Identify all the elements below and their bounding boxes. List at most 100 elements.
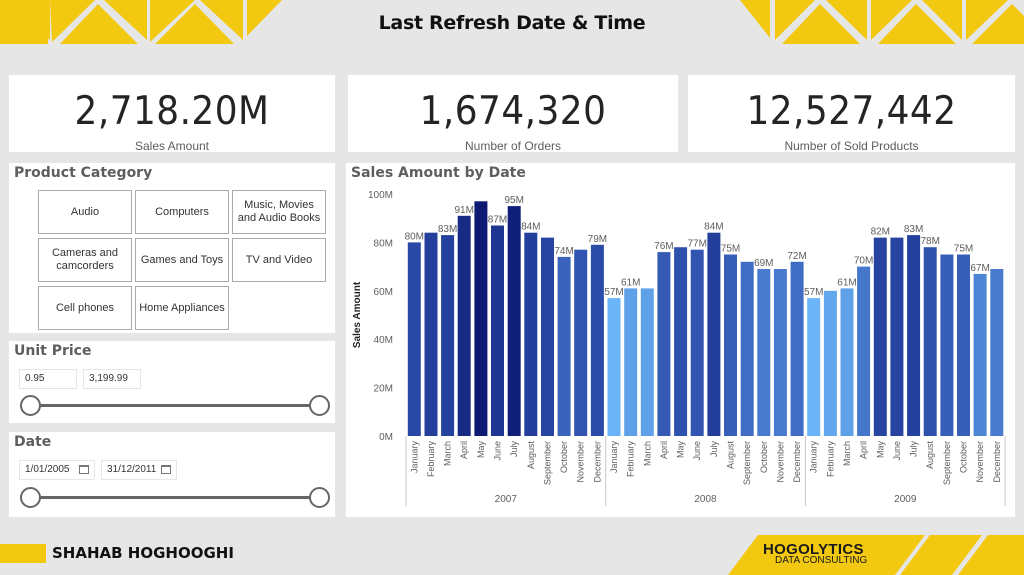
x-tick-label: February	[426, 441, 436, 478]
x-tick-label: March	[642, 441, 652, 466]
data-label: 82M	[871, 227, 890, 238]
x-tick-label: May	[676, 441, 686, 459]
x-tick-label: October	[959, 441, 969, 473]
calendar-icon[interactable]	[79, 465, 89, 474]
bar-2009-august[interactable]	[923, 247, 937, 436]
bar-2008-july[interactable]	[707, 232, 721, 436]
bar-2007-december[interactable]	[590, 244, 604, 436]
date-slider-min-handle[interactable]	[20, 487, 41, 508]
data-label: 72M	[787, 251, 806, 262]
x-tick-label: March	[443, 441, 453, 466]
bar-2008-march[interactable]	[640, 288, 654, 436]
x-group-label: 2008	[694, 494, 717, 505]
x-tick-label: December	[992, 441, 1002, 483]
x-tick-label: December	[792, 441, 802, 483]
x-tick-label: August	[726, 441, 736, 470]
x-tick-label: July	[709, 441, 719, 458]
data-label: 84M	[704, 222, 723, 233]
bar-2009-april[interactable]	[857, 266, 871, 436]
category-button[interactable]: Cell phones	[38, 286, 132, 330]
bar-2009-december[interactable]	[990, 269, 1004, 436]
x-tick-label: March	[842, 441, 852, 466]
bar-2008-april[interactable]	[657, 252, 671, 436]
x-tick-label: September	[543, 441, 553, 485]
bar-2007-may[interactable]	[474, 201, 488, 436]
bar-2008-november[interactable]	[773, 269, 787, 436]
bar-2007-march[interactable]	[441, 235, 455, 436]
bar-2008-october[interactable]	[757, 269, 771, 436]
data-label: 79M	[588, 234, 607, 245]
bar-2009-february[interactable]	[823, 290, 837, 436]
data-label: 75M	[954, 244, 973, 255]
data-label: 61M	[621, 277, 640, 288]
data-label: 95M	[504, 195, 523, 206]
bar-2007-november[interactable]	[574, 249, 588, 436]
bar-2009-january[interactable]	[807, 298, 821, 436]
date-slider-track[interactable]	[31, 496, 321, 499]
bar-2007-april[interactable]	[457, 215, 471, 436]
unit-price-max-input[interactable]: 3,199.99	[83, 369, 141, 389]
x-tick-label: June	[692, 441, 702, 461]
x-tick-label: January	[609, 441, 619, 474]
date-slicer: Date 1/01/2005 31/12/2011	[9, 432, 335, 517]
bar-2008-january[interactable]	[607, 298, 621, 436]
date-slider-max-handle[interactable]	[309, 487, 330, 508]
kpi-card-number-of-orders: 1,674,320 Number of Orders	[348, 75, 678, 153]
x-tick-label: April	[459, 441, 469, 459]
x-tick-label: November	[775, 441, 785, 483]
unit-price-min-input[interactable]: 0.95	[19, 369, 77, 389]
bar-2007-october[interactable]	[557, 256, 571, 436]
data-label: 91M	[454, 205, 473, 216]
calendar-icon[interactable]	[161, 465, 171, 474]
category-button[interactable]: Music, Movies and Audio Books	[232, 190, 326, 234]
bar-2009-march[interactable]	[840, 288, 854, 436]
unit-price-slider-track[interactable]	[31, 404, 321, 407]
bar-2008-may[interactable]	[674, 247, 688, 436]
y-tick-label: 60M	[374, 287, 393, 298]
bar-2008-february[interactable]	[624, 288, 638, 436]
x-group-label: 2009	[894, 494, 917, 505]
logo-tagline: DATA CONSULTING	[775, 555, 868, 566]
x-tick-label: February	[825, 441, 835, 478]
bar-2007-august[interactable]	[524, 232, 538, 436]
data-label: 78M	[920, 236, 939, 247]
category-button[interactable]: Computers	[135, 190, 229, 234]
bar-2007-february[interactable]	[424, 232, 438, 436]
product-category-slicer: Product Category Audio Computers Music, Mo…	[9, 163, 335, 333]
x-tick-label: January	[809, 441, 819, 474]
x-tick-label: August	[526, 441, 536, 470]
product-category-title: Product Category	[14, 165, 153, 181]
data-label: 76M	[654, 241, 673, 252]
date-end-input[interactable]: 31/12/2011	[101, 460, 177, 480]
x-tick-label: October	[559, 441, 569, 473]
unit-price-slider-min-handle[interactable]	[20, 395, 41, 416]
bar-2007-september[interactable]	[541, 237, 554, 436]
data-label: 57M	[604, 287, 623, 298]
category-button[interactable]: Games and Toys	[135, 238, 229, 282]
bar-2008-december[interactable]	[790, 261, 804, 436]
bar-2008-june[interactable]	[690, 249, 704, 436]
category-button[interactable]: Home Appliances	[135, 286, 229, 330]
sales-by-date-chart: Sales Amount by Date Sales Amount 0M 20M 40…	[346, 163, 1015, 517]
bar-2007-july[interactable]	[507, 206, 521, 436]
data-label: 57M	[804, 287, 823, 298]
bar-2008-september[interactable]	[740, 261, 754, 436]
date-start-input[interactable]: 1/01/2005	[19, 460, 95, 480]
data-label: 74M	[554, 246, 573, 257]
category-button[interactable]: Audio	[38, 190, 132, 234]
bar-2009-november[interactable]	[973, 273, 987, 436]
bar-2009-september[interactable]	[940, 254, 954, 437]
bar-2009-july[interactable]	[907, 235, 921, 436]
unit-price-slider-max-handle[interactable]	[309, 395, 330, 416]
bar-2007-june[interactable]	[491, 225, 504, 437]
bar-2009-october[interactable]	[957, 254, 970, 437]
kpi-label: Number of Sold Products	[784, 139, 919, 153]
bar-2009-june[interactable]	[890, 237, 904, 436]
bar-2009-may[interactable]	[873, 237, 887, 436]
bar-2008-august[interactable]	[724, 254, 737, 437]
category-button[interactable]: Cameras and camcorders	[38, 238, 132, 282]
category-button[interactable]: TV and Video	[232, 238, 326, 282]
bar-2007-january[interactable]	[407, 242, 421, 436]
data-label: 80M	[405, 231, 424, 242]
x-tick-label: May	[476, 441, 486, 459]
